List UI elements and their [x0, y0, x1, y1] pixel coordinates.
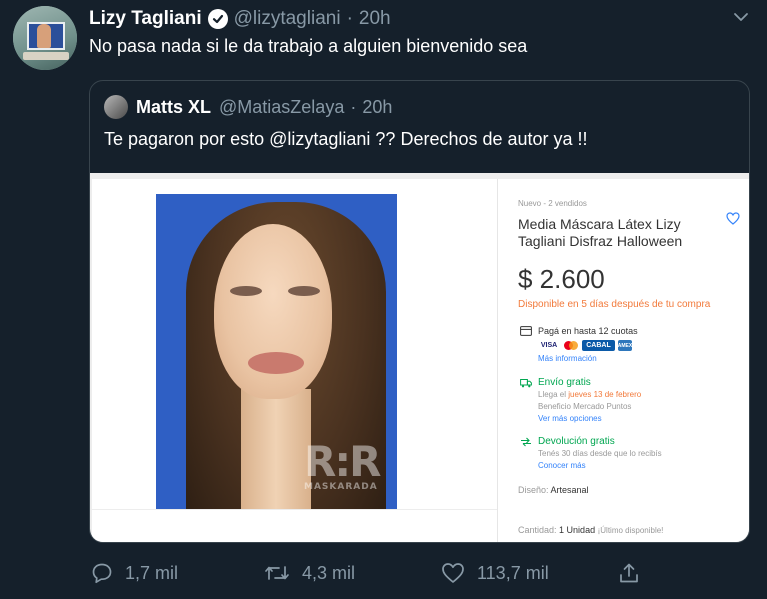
quoted-tweet-image[interactable]: R:R MASKARADA Nuevo - 2 vendidos Media M…	[90, 173, 749, 542]
listing-title: Media Máscara Látex Lizy Tagliani Disfra…	[518, 216, 683, 249]
mask-neck	[241, 389, 311, 509]
payment-cards: VISA CABAL AMEX	[538, 340, 638, 351]
tweet-action-bar: 1,7 mil 4,3 mil 113,7 mil	[0, 562, 767, 586]
listing-screenshot: R:R MASKARADA Nuevo - 2 vendidos Media M…	[92, 179, 749, 542]
installments-label: Pagá en hasta 12 cuotas	[538, 326, 638, 336]
design-value: Artesanal	[550, 485, 589, 495]
design-field: Diseño: Artesanal	[518, 485, 589, 495]
quoted-tweet-text: Te pagaron por esto @lizytagliani ?? Der…	[104, 129, 588, 149]
condition-sold-count: Nuevo - 2 vendidos	[518, 199, 587, 208]
quantity-label: Cantidad:	[518, 525, 557, 535]
quoted-header-separator: ·	[350, 96, 357, 117]
mastercard-logo	[563, 340, 579, 351]
returns-row: Devolución gratis Tenés 30 días desde qu…	[520, 436, 662, 472]
free-shipping-label: Envío gratis	[538, 377, 591, 388]
header-separator: ·	[346, 8, 353, 29]
mask-lips	[248, 352, 304, 374]
cabal-logo: CABAL	[582, 340, 615, 351]
retweet-count: 4,3 mil	[302, 562, 356, 583]
avatar-base	[23, 52, 69, 60]
quoted-tweet-card[interactable]: Matts XL @MatiasZelaya · 20h Te pagaron …	[89, 80, 750, 543]
tweet-header: Lizy Tagliani @lizytagliani · 20h	[89, 8, 391, 30]
return-icon	[521, 437, 531, 447]
mask-left-eye	[230, 286, 262, 296]
quantity-field: Cantidad: 1 Unidad ¡Último disponible!	[518, 525, 663, 535]
author-handle[interactable]: @lizytagliani	[234, 8, 341, 30]
reply-count: 1,7 mil	[125, 562, 179, 583]
truck-icon	[520, 379, 532, 388]
availability-text: Disponible en 5 días después de tu compr…	[518, 299, 711, 310]
watermark-mark: R:R	[304, 437, 381, 486]
listing-divider	[497, 179, 498, 542]
author-name[interactable]: Lizy Tagliani	[89, 8, 202, 30]
quoted-author-handle: @MatiasZelaya	[219, 96, 345, 117]
mask-product-photo: R:R MASKARADA	[156, 194, 397, 509]
quoted-author-avatar	[104, 95, 128, 119]
tweet-text: No pasa nada si le da trabajo a alguien …	[89, 36, 528, 56]
retweet-button[interactable]: 4,3 mil	[264, 562, 355, 584]
avatar-figure	[37, 24, 51, 48]
listing-info-panel: Nuevo - 2 vendidos Media Máscara Látex L…	[518, 179, 743, 542]
design-label: Diseño:	[518, 485, 549, 495]
like-icon	[442, 563, 464, 583]
quoted-tweet-header: Matts XL @MatiasZelaya · 20h	[104, 95, 392, 119]
arrival-date: jueves 13 de febrero	[568, 390, 642, 399]
shipping-row: Envío gratis Llega el jueves 13 de febre…	[520, 377, 641, 425]
more-info-link: Más información	[538, 354, 597, 363]
visa-logo: VISA	[538, 340, 560, 351]
more-options-link: Ver más opciones	[538, 414, 602, 423]
share-icon	[620, 563, 638, 583]
listing-bottom-divider	[92, 509, 497, 510]
share-button[interactable]	[618, 562, 652, 584]
tweet-timestamp[interactable]: 20h	[359, 8, 391, 30]
card-icon	[520, 326, 532, 336]
returns-detail: Tenés 30 días desde que lo recibís	[538, 449, 662, 458]
maskarada-watermark: R:R MASKARADA	[304, 437, 381, 493]
chevron-down-icon[interactable]	[733, 9, 749, 25]
returns-more-link: Conocer más	[538, 461, 586, 470]
like-button[interactable]: 113,7 mil	[441, 562, 549, 584]
quoted-author-name: Matts XL	[136, 96, 212, 117]
quantity-note: ¡Último disponible!	[597, 526, 664, 535]
heart-outline-icon	[726, 212, 740, 225]
watermark-text: MASKARADA	[304, 482, 378, 492]
free-returns-label: Devolución gratis	[538, 436, 615, 447]
points-benefit: Beneficio Mercado Puntos	[538, 402, 632, 411]
author-avatar[interactable]	[13, 6, 77, 70]
quantity-value: 1 Unidad	[559, 525, 596, 535]
listing-price: $ 2.600	[518, 264, 605, 294]
payment-row: Pagá en hasta 12 cuotas VISA CABAL AMEX …	[520, 325, 638, 365]
amex-logo: AMEX	[618, 340, 632, 351]
mask-right-eye	[288, 286, 320, 296]
reply-button[interactable]: 1,7 mil	[91, 562, 178, 584]
verified-badge-icon	[207, 9, 228, 29]
arrival-prefix: Llega el	[538, 390, 569, 399]
like-count: 113,7 mil	[477, 562, 549, 583]
reply-icon	[92, 563, 112, 584]
retweet-icon	[265, 566, 289, 580]
quoted-tweet-timestamp: 20h	[362, 96, 393, 117]
